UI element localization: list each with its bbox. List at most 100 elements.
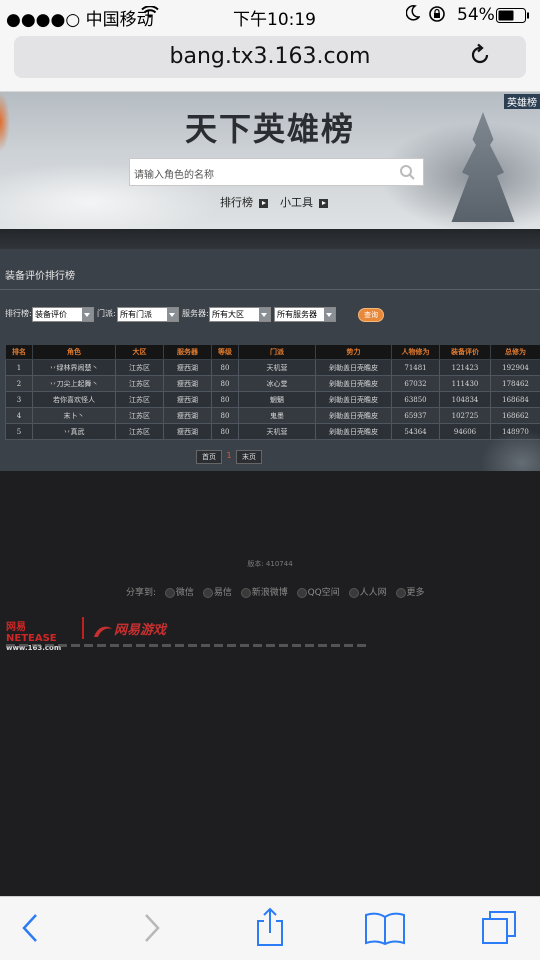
column-header: 人物修为: [391, 344, 440, 360]
site-logo: 天下英雄榜: [184, 110, 355, 148]
column-header: 角色: [32, 344, 116, 360]
column-header: 等级: [211, 344, 239, 360]
table-cell: 瘦西湖: [163, 391, 212, 408]
table-header-row: 排名 角色 大区 服务器 等级 门派 势力 人物修为 装备评价 总修为: [5, 344, 540, 360]
table-cell: 天机营: [238, 359, 316, 376]
table-cell: 瘦西湖: [163, 423, 212, 440]
wechat-icon: [164, 587, 175, 598]
column-header: 大区: [115, 344, 164, 360]
bookmarks-icon[interactable]: [364, 911, 406, 945]
server-select[interactable]: 所有服务器: [274, 307, 336, 322]
table-cell: 鬼墨: [238, 407, 316, 424]
nav-ranking-label: 排行榜: [220, 196, 253, 209]
panel-title: 装备评价排行榜: [5, 271, 75, 282]
pager-first-button[interactable]: 首页: [196, 450, 222, 464]
chevron-down-icon: [324, 308, 335, 321]
search-icon[interactable]: [399, 164, 415, 180]
column-header: 装备评价: [439, 344, 491, 360]
reload-icon[interactable]: [471, 39, 528, 64]
qzone-icon: [296, 587, 307, 598]
divider: [0, 289, 540, 290]
netease-games-logo[interactable]: 网易游戏: [92, 619, 166, 639]
table-cell: 192904: [490, 359, 540, 376]
tabs-icon[interactable]: [480, 909, 518, 947]
region-select[interactable]: 所有大区: [209, 307, 271, 322]
share-wechat[interactable]: 微信: [164, 585, 194, 598]
table-cell: 剁勒盖日壳瞻皮: [315, 359, 392, 376]
battery-icon: [496, 8, 530, 28]
share-icon[interactable]: [254, 907, 286, 947]
share-item-label: 易信: [213, 588, 232, 598]
netease-logo[interactable]: 网易 NETEASE www.163.com: [6, 618, 74, 652]
share-more[interactable]: 更多: [395, 585, 425, 598]
table-cell: 剁勒盖日壳瞻皮: [315, 375, 392, 392]
table-cell: 65937: [391, 407, 440, 424]
nav-tools[interactable]: 小工具: [280, 194, 328, 210]
table-cell: 71481: [391, 359, 440, 376]
table-row[interactable]: 1 丷绿林界闹楚丶 江苏区 瘦西湖 80 天机营 剁勒盖日壳瞻皮 71481 1…: [5, 359, 540, 376]
table-row[interactable]: 5 丷真武 江苏区 瘦西湖 80 天机营 剁勒盖日壳瞻皮 54364 94606…: [5, 423, 540, 440]
search-input[interactable]: 请输入角色的名称: [129, 158, 424, 186]
table-cell: 168662: [490, 407, 540, 424]
chevron-down-icon: [82, 308, 93, 321]
ranking-table: 排名 角色 大区 服务器 等级 门派 势力 人物修为 装备评价 总修为 1 丷绿…: [5, 344, 540, 440]
column-header: 服务器: [163, 344, 212, 360]
share-renren[interactable]: 人人网: [348, 585, 387, 598]
table-cell: 魍魉: [238, 391, 316, 408]
table-cell: 3: [5, 391, 33, 408]
table-cell: 54364: [391, 423, 440, 440]
netease-logo-text: 网易 NETEASE: [6, 622, 57, 644]
table-cell: 剁勒盖日壳瞻皮: [315, 423, 392, 440]
table-cell: 2: [5, 375, 33, 392]
table-cell: 江苏区: [115, 423, 164, 440]
table-cell: 102725: [439, 407, 491, 424]
column-header: 势力: [315, 344, 392, 360]
ranking-panel: 装备评价排行榜 排行榜: 装备评价 门派: 所有门派 服务器: 所有大区 所有服…: [0, 249, 540, 471]
school-select[interactable]: 所有门派: [117, 307, 179, 322]
nav-ranking[interactable]: 排行榜: [220, 194, 268, 210]
character-link[interactable]: 末卜丶: [32, 407, 116, 424]
table-cell: 瘦西湖: [163, 375, 212, 392]
share-item-label: 新浪微博: [251, 588, 288, 598]
back-icon[interactable]: [20, 913, 40, 943]
share-bar: 分享到: 微信 易信 新浪微博 QQ空间 人人网 更多: [126, 585, 431, 598]
table-cell: 5: [5, 423, 33, 440]
clock-label: 下午10:19: [233, 10, 316, 30]
divider: [82, 617, 84, 639]
share-qzone[interactable]: QQ空间: [296, 585, 340, 598]
share-yixin[interactable]: 易信: [202, 585, 232, 598]
table-cell: 江苏区: [115, 407, 164, 424]
pager-last-button[interactable]: 末页: [236, 450, 262, 464]
table-cell: 80: [211, 375, 239, 392]
server-filter-label: 服务器:: [182, 309, 209, 318]
column-header: 排名: [5, 344, 33, 360]
query-button[interactable]: 查询: [358, 308, 384, 322]
character-link[interactable]: 丷刀尖上起舞丶: [32, 375, 116, 392]
table-cell: 江苏区: [115, 375, 164, 392]
table-cell: 瘦西湖: [163, 407, 212, 424]
table-cell: 瘦西湖: [163, 359, 212, 376]
ranking-filter-label: 排行榜:: [5, 309, 32, 318]
table-row[interactable]: 3 若你喜欢怪人 江苏区 瘦西湖 80 魍魉 剁勒盖日壳瞻皮 63850 104…: [5, 391, 540, 408]
share-item-label: 微信: [175, 588, 194, 598]
netease-games-logo-text: 网易游戏: [114, 623, 167, 638]
character-link[interactable]: 丷绿林界闹楚丶: [32, 359, 116, 376]
table-row[interactable]: 2 丷刀尖上起舞丶 江苏区 瘦西湖 80 冰心堂 剁勒盖日壳瞻皮 67032 1…: [5, 375, 540, 392]
share-item-label: 人人网: [359, 588, 387, 598]
table-cell: 剁勒盖日壳瞻皮: [315, 391, 392, 408]
page-footer: 版本: 410744 分享到: 微信 易信 新浪微博 QQ空间 人人网 更多 网…: [0, 471, 540, 896]
forward-icon[interactable]: [142, 913, 162, 943]
table-cell: 冰心堂: [238, 375, 316, 392]
ranking-select[interactable]: 装备评价: [32, 307, 94, 322]
character-link[interactable]: 丷真武: [32, 423, 116, 440]
share-weibo[interactable]: 新浪微博: [240, 585, 288, 598]
school-select-value: 所有门派: [120, 310, 152, 319]
url-field[interactable]: bang.tx3.163.com: [14, 36, 526, 78]
version-label: 版本: 410744: [247, 560, 293, 568]
character-link[interactable]: 若你喜欢怪人: [32, 391, 116, 408]
status-bar: ●●●●○ 中国移动 下午10:19 54%: [0, 0, 540, 30]
battery-percent: 54%: [457, 5, 495, 25]
table-row[interactable]: 4 末卜丶 江苏区 瘦西湖 80 鬼墨 剁勒盖日壳瞻皮 65937 102725…: [5, 407, 540, 424]
ink-decoration: [480, 429, 540, 471]
play-arrow-icon: [259, 198, 268, 208]
